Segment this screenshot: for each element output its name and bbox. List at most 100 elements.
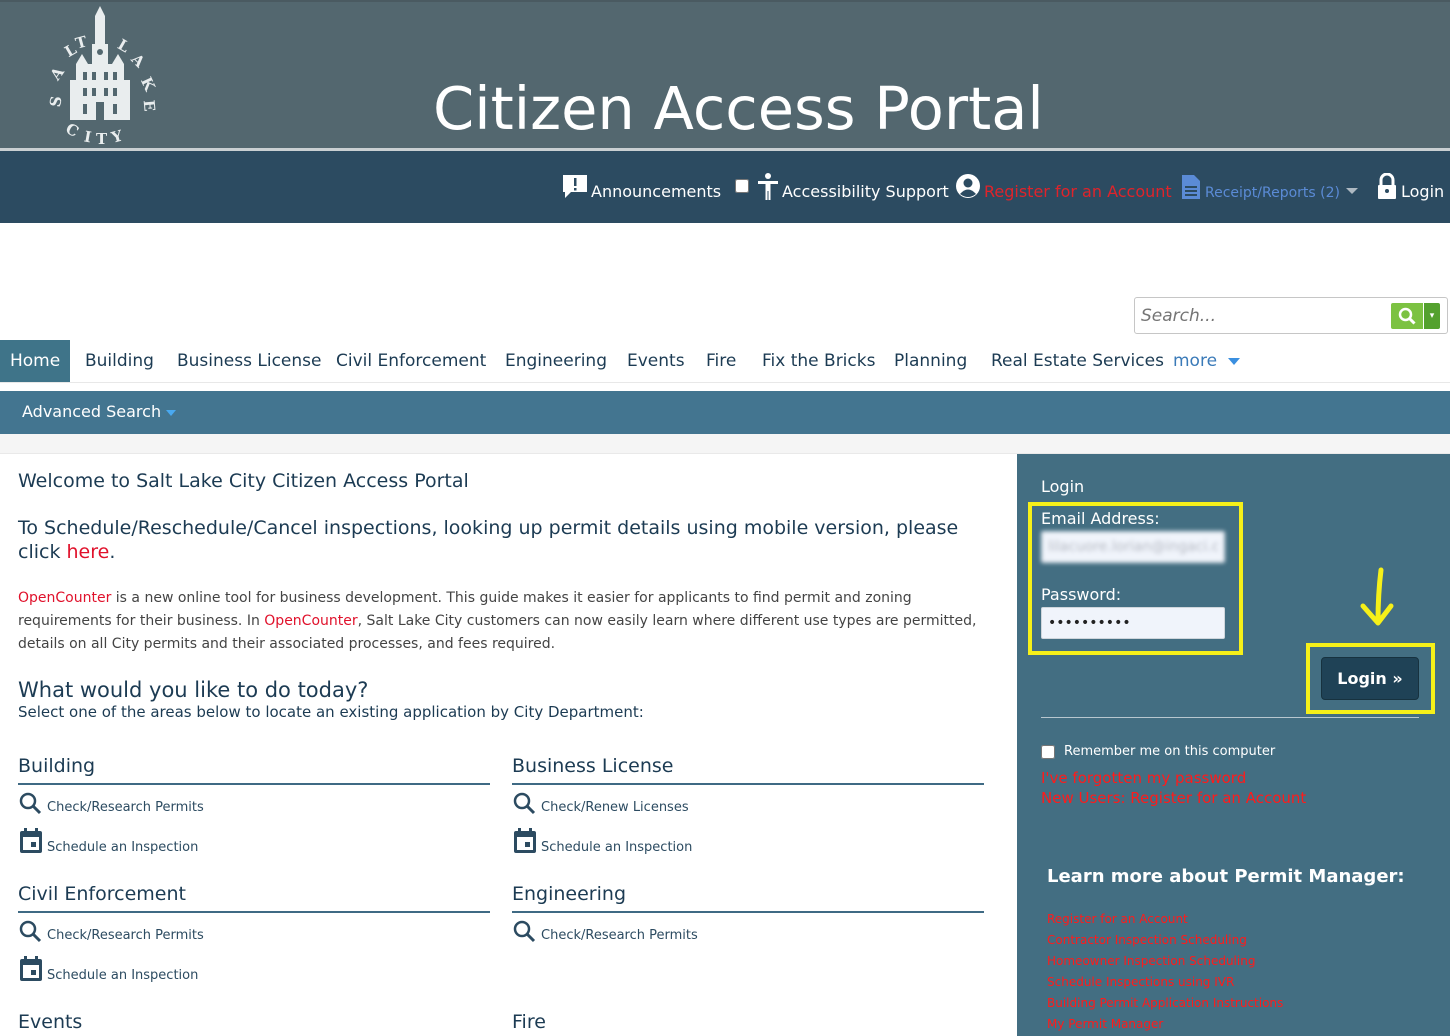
link-label: Check/Research Permits	[47, 928, 204, 943]
login-sidebar: Login Email Address: Password: Login » R…	[1017, 454, 1450, 1036]
svg-text:C: C	[63, 119, 82, 141]
civil-check-permits-link[interactable]: Check/Research Permits	[18, 919, 204, 943]
caret-down-icon	[1228, 358, 1241, 365]
building-schedule-inspection-link[interactable]: Schedule an Inspection	[18, 827, 198, 855]
learn-link-my-permit-manager[interactable]: My Permit Manager	[1047, 1017, 1163, 1031]
link-label: Schedule an Inspection	[541, 840, 693, 855]
learn-more-heading: Learn more about Permit Manager:	[1047, 866, 1405, 887]
business-check-licenses-link[interactable]: Check/Renew Licenses	[512, 791, 689, 815]
opencounter-paragraph: OpenCounter is a new online tool for bus…	[18, 587, 993, 656]
password-field[interactable]	[1041, 607, 1225, 639]
opencounter-link[interactable]: OpenCounter	[18, 590, 111, 606]
select-area-instruction: Select one of the areas below to locate …	[18, 703, 644, 721]
tab-home[interactable]: Home	[0, 340, 71, 382]
learn-link-contractor-scheduling[interactable]: Contractor Inspection Scheduling	[1047, 933, 1247, 947]
accessibility-support[interactable]: Accessibility Support	[735, 151, 949, 201]
department-title: Business License	[512, 755, 674, 777]
site-title: Citizen Access Portal	[433, 74, 1044, 143]
tab-more[interactable]: more	[1173, 340, 1241, 382]
search-options-dropdown[interactable]: ▾	[1424, 303, 1440, 329]
receipts-reports-menu[interactable]: Receipt/Reports (2)	[1180, 151, 1363, 201]
tab-events[interactable]: Events	[627, 340, 685, 382]
department-business-license: Business License Check/Renew Licenses Sc…	[512, 755, 984, 855]
learn-link-ivr[interactable]: Schedule Inspections using IVR	[1047, 975, 1234, 989]
tab-business-license[interactable]: Business License	[177, 340, 321, 382]
department-events: Events	[18, 1011, 490, 1036]
tab-building[interactable]: Building	[85, 340, 154, 382]
calendar-icon	[20, 956, 42, 981]
forgot-password-link[interactable]: I've forgotten my password	[1041, 769, 1246, 787]
document-icon	[1182, 175, 1200, 199]
salt-lake-city-logo[interactable]: S A L T L A K E C I T Y	[40, 6, 165, 148]
remember-me-label: Remember me on this computer	[1064, 744, 1276, 759]
svg-text:A: A	[127, 49, 149, 71]
learn-link-homeowner-scheduling[interactable]: Homeowner Inspection Scheduling	[1047, 954, 1255, 968]
tab-real-estate-services[interactable]: Real Estate Services	[991, 340, 1164, 382]
global-search: ▾	[1134, 297, 1448, 334]
svg-text:S: S	[46, 95, 66, 109]
business-schedule-inspection-link[interactable]: Schedule an Inspection	[512, 827, 692, 855]
mobile-here-link[interactable]: here	[67, 541, 110, 563]
department-civil-enforcement: Civil Enforcement Check/Research Permits…	[18, 883, 490, 983]
search-input[interactable]	[1141, 304, 1386, 328]
search-icon	[513, 920, 536, 943]
mobile-period: .	[109, 541, 116, 563]
advanced-search-label: Advanced Search	[22, 401, 162, 421]
tab-engineering[interactable]: Engineering	[505, 340, 607, 382]
accessibility-checkbox[interactable]	[735, 179, 749, 193]
accessibility-label: Accessibility Support	[782, 182, 949, 201]
tab-civil-enforcement[interactable]: Civil Enforcement	[336, 340, 486, 382]
register-label: Register for an Account	[984, 182, 1172, 201]
department-divider	[512, 911, 984, 913]
engineering-check-permits-link[interactable]: Check/Research Permits	[512, 919, 698, 943]
svg-text:Y: Y	[109, 127, 125, 147]
svg-text:E: E	[140, 99, 159, 112]
sub-navigation: Advanced Search	[0, 391, 1450, 434]
department-engineering: Engineering Check/Research Permits	[512, 883, 984, 943]
password-label: Password:	[1041, 585, 1122, 604]
calendar-icon	[514, 828, 536, 853]
content-gutter	[0, 434, 1450, 454]
tab-fire[interactable]: Fire	[706, 340, 736, 382]
mobile-text: To Schedule/Reschedule/Cancel inspection…	[18, 517, 959, 563]
announcements-label: Announcements	[591, 182, 722, 201]
user-icon	[956, 174, 980, 198]
department-divider	[18, 911, 490, 913]
new-user-register-link[interactable]: New Users: Register for an Account	[1041, 789, 1306, 807]
announcements-link[interactable]: Announcements	[562, 151, 721, 201]
department-title: Building	[18, 755, 96, 777]
tab-planning[interactable]: Planning	[894, 340, 967, 382]
remember-me[interactable]: Remember me on this computer	[1041, 744, 1275, 759]
building-check-permits-link[interactable]: Check/Research Permits	[18, 791, 204, 815]
chevron-down-icon	[1346, 188, 1358, 194]
tab-fix-the-bricks[interactable]: Fix the Bricks	[762, 340, 875, 382]
register-account-link[interactable]: Register for an Account	[955, 151, 1172, 201]
calendar-icon	[20, 828, 42, 853]
arrow-down-annotation-icon	[1360, 567, 1394, 626]
email-field[interactable]	[1041, 531, 1225, 563]
lock-icon	[1378, 173, 1396, 199]
learn-link-building-instructions[interactable]: Building Permit Application Instructions	[1047, 996, 1283, 1010]
opencounter-link-2[interactable]: OpenCounter	[264, 613, 357, 629]
learn-link-register[interactable]: Register for an Account	[1047, 912, 1188, 926]
svg-text:T: T	[96, 130, 108, 148]
search-icon	[1398, 307, 1416, 325]
header-banner: S A L T L A K E C I T Y Citizen Access P…	[0, 0, 1450, 150]
department-building: Building Check/Research Permits Schedule…	[18, 755, 490, 855]
more-label: more	[1173, 351, 1218, 371]
search-button[interactable]	[1391, 303, 1423, 329]
link-label: Schedule an Inspection	[47, 840, 199, 855]
login-divider	[1041, 717, 1419, 718]
header-login-link[interactable]: Login	[1376, 151, 1444, 201]
receipts-label: Receipt/Reports (2)	[1205, 185, 1340, 201]
department-divider	[18, 783, 490, 785]
civil-schedule-inspection-link[interactable]: Schedule an Inspection	[18, 955, 198, 983]
caret-down-icon	[166, 409, 177, 416]
login-button[interactable]: Login »	[1321, 657, 1419, 700]
link-label: Check/Renew Licenses	[541, 800, 689, 815]
remember-me-checkbox[interactable]	[1041, 744, 1055, 759]
advanced-search-menu[interactable]: Advanced Search	[22, 391, 177, 431]
link-label: Check/Research Permits	[541, 928, 698, 943]
header-login-label: Login	[1401, 182, 1445, 201]
svg-text:A: A	[46, 63, 68, 84]
